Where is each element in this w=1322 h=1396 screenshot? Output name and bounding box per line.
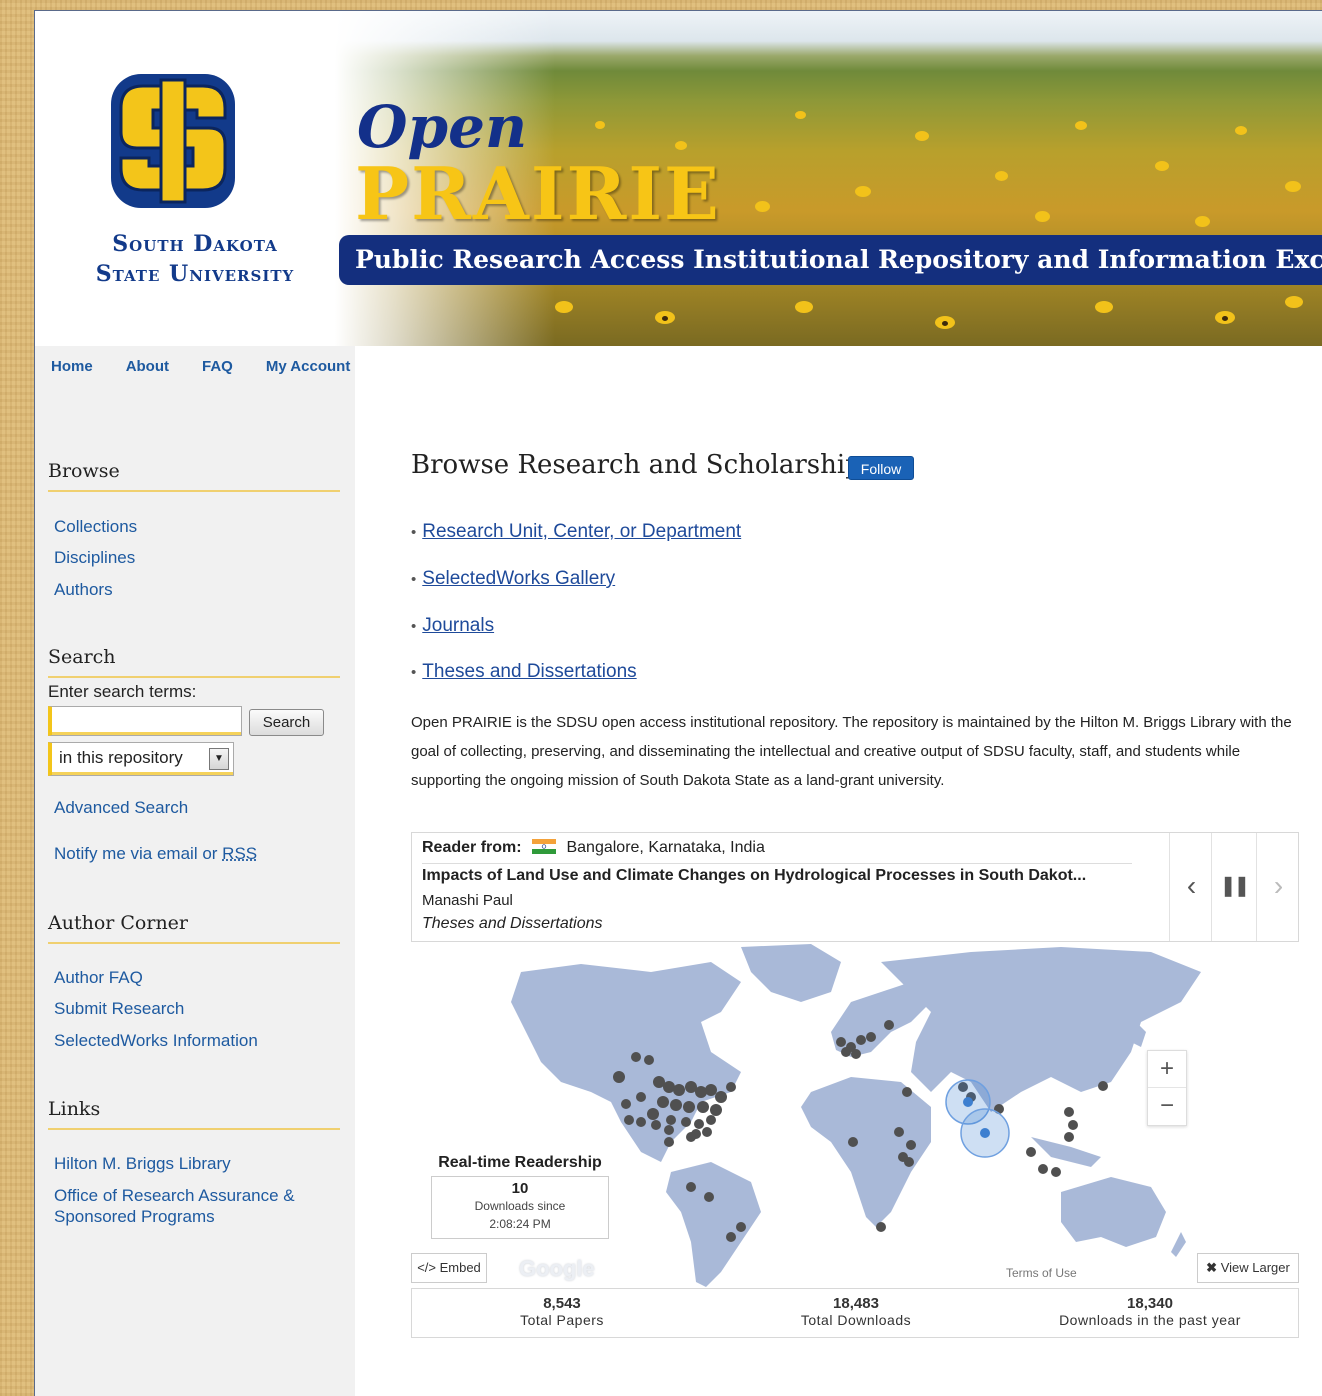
- journals-link[interactable]: Journals: [422, 615, 494, 636]
- stat-label: Total Papers: [520, 1312, 604, 1328]
- map-land: [511, 944, 1201, 1287]
- realtime-time: 2:08:24 PM: [489, 1217, 551, 1231]
- nav-my-account[interactable]: My Account: [266, 358, 350, 375]
- embed-button[interactable]: </> Embed: [411, 1253, 487, 1283]
- brand-prairie: PRAIRIE: [355, 151, 721, 236]
- selectedworks-gallery-link[interactable]: SelectedWorks Gallery: [422, 568, 615, 589]
- page: South Dakota State University Open PRAIR…: [34, 10, 1322, 1396]
- realtime-readership-box: Real-time Readership 10 Downloads since …: [431, 1154, 609, 1239]
- research-assurance-line2: Sponsored Programs: [54, 1207, 215, 1226]
- stat-value: 8,543: [543, 1295, 581, 1312]
- research-unit-link[interactable]: Research Unit, Center, or Department: [422, 521, 741, 542]
- terms-of-use-link[interactable]: Terms of Use: [1006, 1266, 1077, 1280]
- top-nav: Home About FAQ My Account: [51, 358, 350, 375]
- nav-faq[interactable]: FAQ: [202, 358, 233, 375]
- university-name-line2: State University: [95, 261, 295, 287]
- reader-paper-title[interactable]: Impacts of Land Use and Climate Changes …: [422, 867, 1086, 885]
- university-name: South Dakota State University: [55, 229, 335, 289]
- search-scope-value: in this repository: [59, 748, 183, 767]
- research-assurance-link[interactable]: Office of Research Assurance & Sponsored…: [54, 1185, 295, 1227]
- follow-button[interactable]: Follow: [848, 456, 914, 480]
- india-flag-icon: [532, 839, 557, 854]
- readership-ticker: Reader from: Bangalore, Karnataka, India…: [411, 832, 1299, 942]
- stat-total-papers: 8,543 Total Papers: [502, 1295, 622, 1328]
- bullet-item: • Research Unit, Center, or Department: [411, 521, 741, 543]
- view-larger-label: View Larger: [1220, 1260, 1290, 1275]
- realtime-counter: 10 Downloads since 2:08:24 PM: [431, 1176, 609, 1239]
- notify-email-link[interactable]: Notify me via email or: [54, 844, 217, 863]
- chevron-left-icon[interactable]: ‹: [1169, 833, 1213, 941]
- rss-link[interactable]: RSS: [222, 844, 257, 863]
- bullet-dot-icon: •: [411, 571, 417, 588]
- stat-label: Downloads in the past year: [1059, 1312, 1241, 1328]
- readership-map[interactable]: Real-time Readership 10 Downloads since …: [411, 942, 1299, 1288]
- realtime-count: 10: [511, 1180, 529, 1197]
- briggs-library-link[interactable]: Hilton M. Briggs Library: [54, 1154, 231, 1174]
- search-input[interactable]: [48, 706, 242, 736]
- author-faq-link[interactable]: Author FAQ: [54, 968, 143, 988]
- nav-about[interactable]: About: [126, 358, 169, 375]
- bullet-dot-icon: •: [411, 664, 417, 681]
- sdsu-logo-icon[interactable]: [103, 66, 243, 216]
- browse-heading: Browse: [48, 460, 340, 492]
- expand-icon: ✖: [1206, 1260, 1218, 1275]
- pause-icon[interactable]: ❚❚: [1211, 833, 1255, 941]
- advanced-search-link[interactable]: Advanced Search: [54, 798, 188, 818]
- reader-from-line: Reader from: Bangalore, Karnataka, India: [422, 839, 765, 857]
- reader-paper-collection: Theses and Dissertations: [422, 915, 603, 932]
- research-assurance-line1: Office of Research Assurance &: [54, 1186, 295, 1205]
- bullet-dot-icon: •: [411, 618, 417, 635]
- selectedworks-info-link[interactable]: SelectedWorks Information: [54, 1031, 258, 1051]
- search-button[interactable]: Search: [249, 709, 324, 736]
- reader-location: Bangalore, Karnataka, India: [566, 839, 765, 856]
- bullet-dot-icon: •: [411, 524, 417, 541]
- realtime-since-label: Downloads since: [474, 1199, 566, 1213]
- stat-value: 18,483: [833, 1295, 879, 1312]
- sidebar: Home About FAQ My Account Browse Collect…: [35, 346, 355, 1396]
- stat-total-downloads: 18,483 Total Downloads: [786, 1295, 926, 1328]
- links-heading: Links: [48, 1098, 340, 1130]
- site-header: South Dakota State University Open PRAIR…: [35, 11, 1322, 346]
- bullet-item: • Theses and Dissertations: [411, 661, 637, 683]
- zoom-controls: + −: [1147, 1050, 1187, 1126]
- tagline-bar: Public Research Access Institutional Rep…: [339, 235, 1322, 285]
- university-name-line1: South Dakota: [112, 231, 278, 257]
- google-logo: Google: [519, 1256, 595, 1281]
- repository-description: Open PRAIRIE is the SDSU open access ins…: [411, 714, 1292, 789]
- divider: [422, 863, 1132, 864]
- view-larger-button[interactable]: ✖ View Larger: [1197, 1253, 1299, 1283]
- stat-value: 18,340: [1127, 1295, 1173, 1312]
- search-label: Enter search terms:: [48, 682, 197, 701]
- theses-link[interactable]: Theses and Dissertations: [422, 661, 636, 682]
- search-scope-select[interactable]: in this repository ▼: [48, 742, 234, 776]
- realtime-title: Real-time Readership: [438, 1154, 602, 1171]
- reader-from-label: Reader from:: [422, 839, 522, 856]
- stat-label: Total Downloads: [800, 1312, 912, 1328]
- bullet-item: • Journals: [411, 615, 494, 637]
- chevron-right-icon[interactable]: ›: [1256, 833, 1300, 941]
- browse-collections-link[interactable]: Collections: [54, 517, 137, 537]
- browse-authors-link[interactable]: Authors: [54, 580, 113, 600]
- page-title: Browse Research and Scholarship: [411, 450, 862, 480]
- zoom-out-icon[interactable]: −: [1148, 1088, 1186, 1125]
- zoom-in-icon[interactable]: +: [1148, 1051, 1186, 1088]
- tagline: Public Research Access Institutional Rep…: [355, 245, 1322, 274]
- chevron-down-icon[interactable]: ▼: [209, 748, 229, 770]
- nav-home[interactable]: Home: [51, 358, 93, 375]
- browse-disciplines-link[interactable]: Disciplines: [54, 548, 135, 568]
- search-heading: Search: [48, 646, 340, 678]
- submit-research-link[interactable]: Submit Research: [54, 999, 184, 1019]
- author-corner-heading: Author Corner: [48, 912, 340, 944]
- reader-paper-author: Manashi Paul: [422, 892, 513, 909]
- stat-downloads-past-year: 18,340 Downloads in the past year: [1050, 1295, 1250, 1328]
- repository-stats: 8,543 Total Papers 18,483 Total Download…: [411, 1288, 1299, 1338]
- notify-line: Notify me via email or RSS: [54, 844, 257, 864]
- bullet-item: • SelectedWorks Gallery: [411, 568, 615, 590]
